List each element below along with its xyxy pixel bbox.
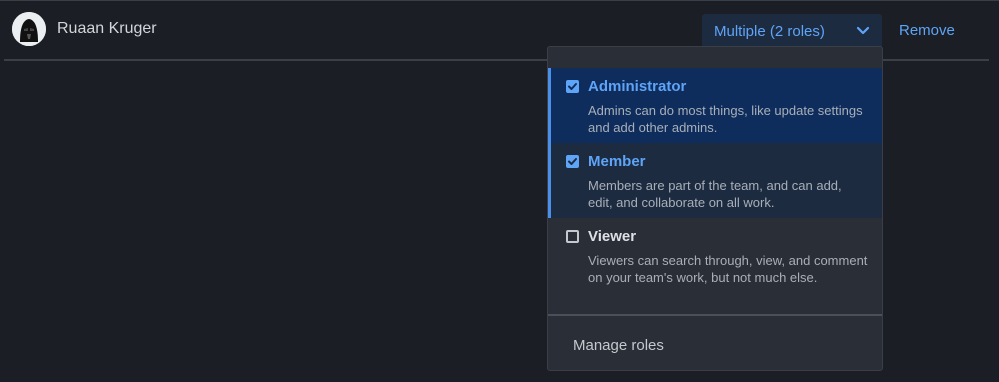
remove-button[interactable]: Remove [899, 22, 955, 39]
role-title: Member [588, 153, 646, 170]
chevron-down-icon [856, 26, 870, 35]
user-name: Ruaan Kruger [57, 20, 157, 37]
top-border [0, 0, 999, 1]
role-title: Viewer [588, 228, 637, 245]
role-description: Admins can do most things, like update s… [588, 103, 863, 135]
role-description: Members are part of the team, and can ad… [588, 178, 842, 210]
roles-menu: Administrator Admins can do most things,… [547, 46, 883, 371]
role-option-member[interactable]: Member Members are part of the team, and… [548, 143, 882, 218]
role-option-viewer[interactable]: Viewer Viewers can search through, view,… [548, 218, 882, 293]
role-description: Viewers can search through, view, and co… [588, 253, 868, 285]
role-title: Administrator [588, 78, 687, 95]
roles-dropdown-label: Multiple (2 roles) [714, 22, 825, 40]
manage-roles-link[interactable]: Manage roles [573, 337, 664, 354]
checkbox-checked-icon[interactable] [566, 80, 579, 93]
user-row: Ruaan Kruger [12, 12, 157, 46]
menu-divider [548, 314, 882, 316]
roles-dropdown-button[interactable]: Multiple (2 roles) [702, 14, 882, 48]
menu-header-spacer [548, 47, 882, 68]
checkbox-unchecked-icon[interactable] [566, 230, 579, 243]
checkbox-checked-icon[interactable] [566, 155, 579, 168]
darth-vader-avatar-icon [12, 12, 46, 46]
avatar [12, 12, 46, 46]
role-option-administrator[interactable]: Administrator Admins can do most things,… [548, 68, 882, 143]
